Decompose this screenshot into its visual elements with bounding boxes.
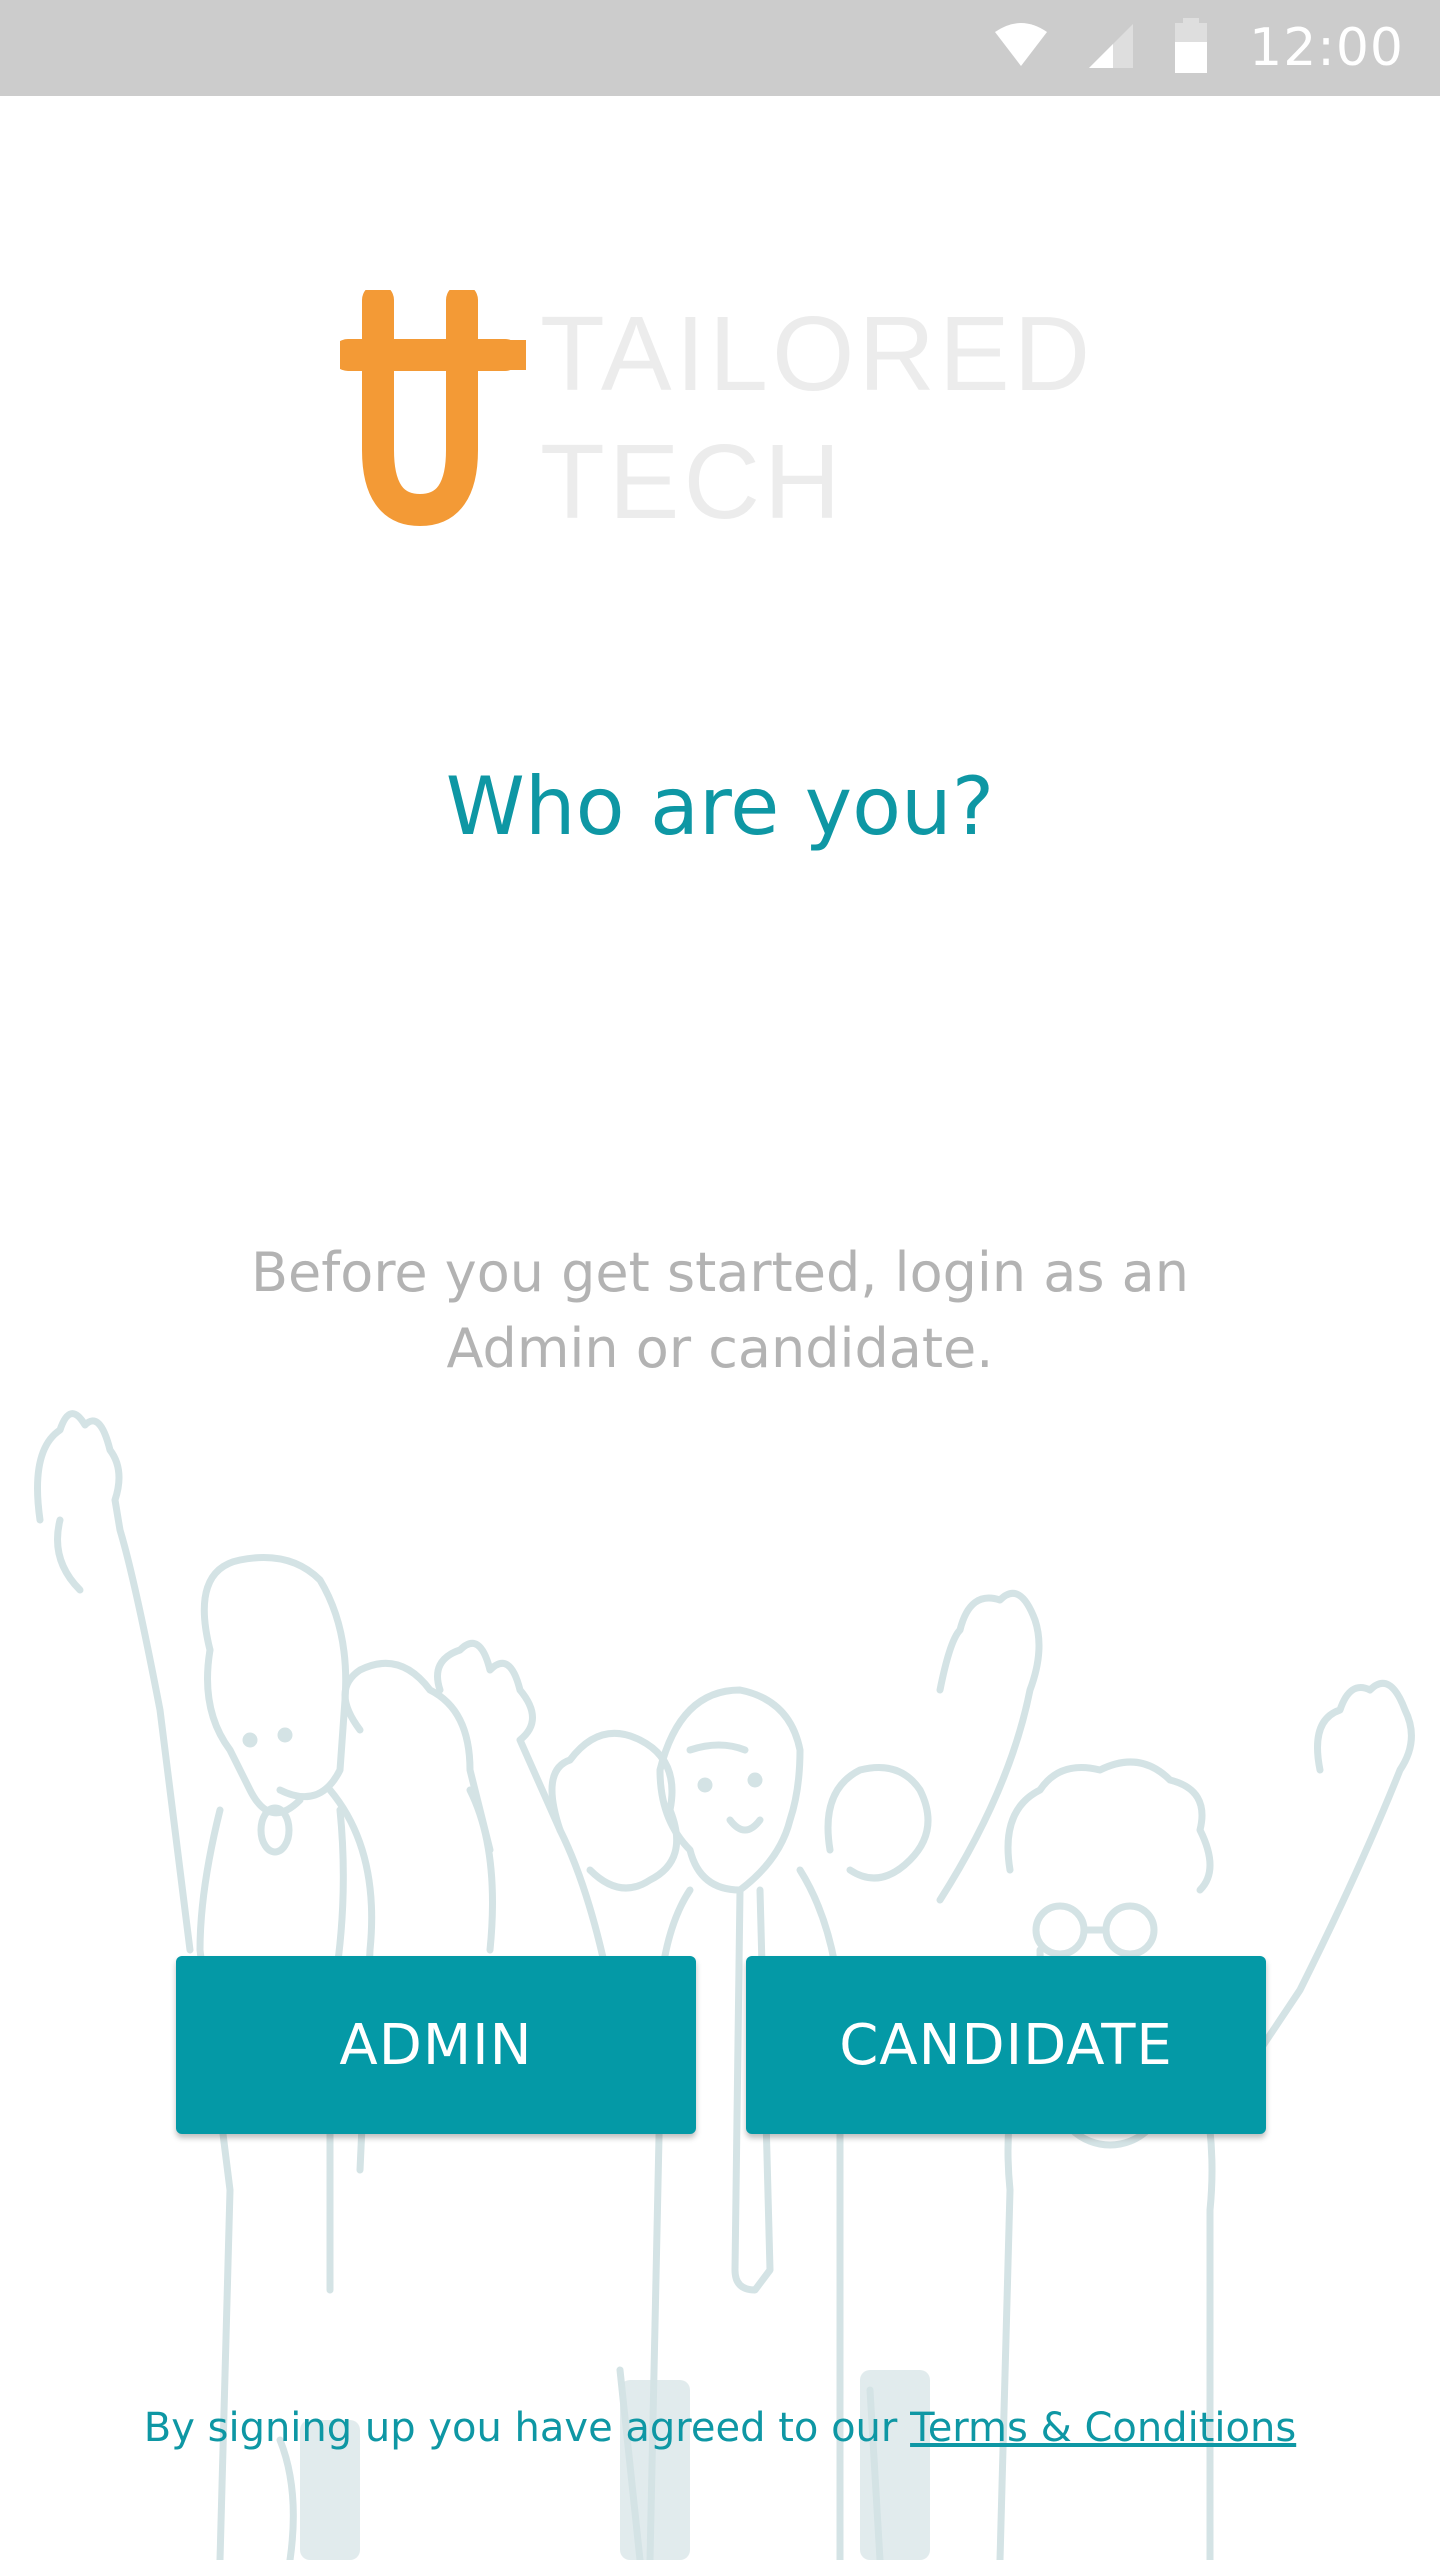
logo-wordmark: TAILORED TECH [540, 290, 1094, 546]
clock: 12:00 [1249, 18, 1404, 78]
logo-line-2: TECH [540, 423, 845, 541]
cell-signal-icon [1089, 23, 1134, 73]
wifi-icon [993, 22, 1049, 75]
page-title: Who are you? [445, 760, 995, 853]
logo-mark-icon [340, 290, 526, 527]
terms-notice: By signing up you have agreed to our Ter… [0, 2405, 1440, 2451]
candidate-button[interactable]: CANDIDATE [746, 1956, 1266, 2134]
tailored-tech-logo: TAILORED TECH [340, 290, 1140, 541]
description-text: Before you get started, login as an Admi… [251, 1241, 1189, 1380]
logo-line-1: TAILORED [540, 295, 1095, 413]
battery-icon [1173, 17, 1209, 79]
terms-prefix: By signing up you have agreed to our [143, 2405, 911, 2451]
status-bar: 12:00 [0, 0, 1440, 96]
admin-button[interactable]: ADMIN [176, 1956, 696, 2134]
status-icons: 12:00 [993, 0, 1404, 96]
terms-link[interactable]: Terms & Conditions [910, 2405, 1296, 2451]
